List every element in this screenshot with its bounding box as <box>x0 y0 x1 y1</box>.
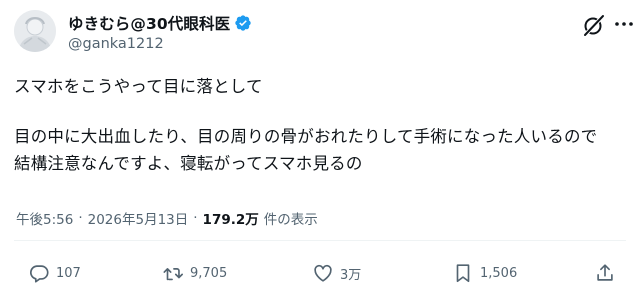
grok-icon[interactable] <box>581 12 607 38</box>
reply-count: 107 <box>56 265 81 281</box>
post-text-line: 結構注意なんですよ、寝転がってスマホ見るの <box>14 154 363 173</box>
post-date[interactable]: 2026年5月13日 <box>88 208 189 228</box>
meta-separator: · <box>193 210 198 226</box>
post-text-line: 目の中に大出血したり、目の周りの骨がおれたりして手術になった人いるので <box>14 127 598 146</box>
bookmark-button[interactable]: 1,506 <box>452 261 517 285</box>
meta-separator: · <box>78 210 83 226</box>
bookmark-icon <box>456 264 470 283</box>
views-count: 179.2万 <box>202 212 259 228</box>
author-display-name[interactable]: ゆきむら@30代眼科医 <box>68 12 230 34</box>
bookmark-count: 1,506 <box>480 265 518 281</box>
heart-icon <box>314 264 332 282</box>
author-name-row[interactable]: ゆきむら@30代眼科医 <box>68 12 252 34</box>
avatar-image <box>14 10 56 52</box>
post-text-line: スマホをこうやって目に落として <box>14 77 263 96</box>
post-time[interactable]: 午後5:56 <box>16 208 73 228</box>
repost-button[interactable]: 9,705 <box>162 261 227 285</box>
like-button[interactable]: 3万 <box>312 261 361 285</box>
repost-count: 9,705 <box>190 265 228 281</box>
author-handle[interactable]: @ganka1212 <box>68 36 164 52</box>
views-label: 件の表示 <box>263 212 318 228</box>
share-icon <box>597 264 613 281</box>
reply-icon <box>30 265 49 283</box>
divider <box>14 240 626 241</box>
post-meta: 午後5:56 · 2026年5月13日 · 179.2万 件の表示 <box>16 208 318 228</box>
like-count: 3万 <box>340 267 362 283</box>
avatar[interactable] <box>14 10 56 52</box>
reply-button[interactable]: 107 <box>28 261 81 285</box>
share-button[interactable] <box>594 261 616 285</box>
repost-icon <box>163 268 183 281</box>
verified-badge-icon <box>235 15 251 31</box>
more-icon[interactable] <box>612 12 636 36</box>
post-card: ゆきむら@30代眼科医 @ganka1212 スマホをこうやって目に落として 目… <box>0 0 640 302</box>
